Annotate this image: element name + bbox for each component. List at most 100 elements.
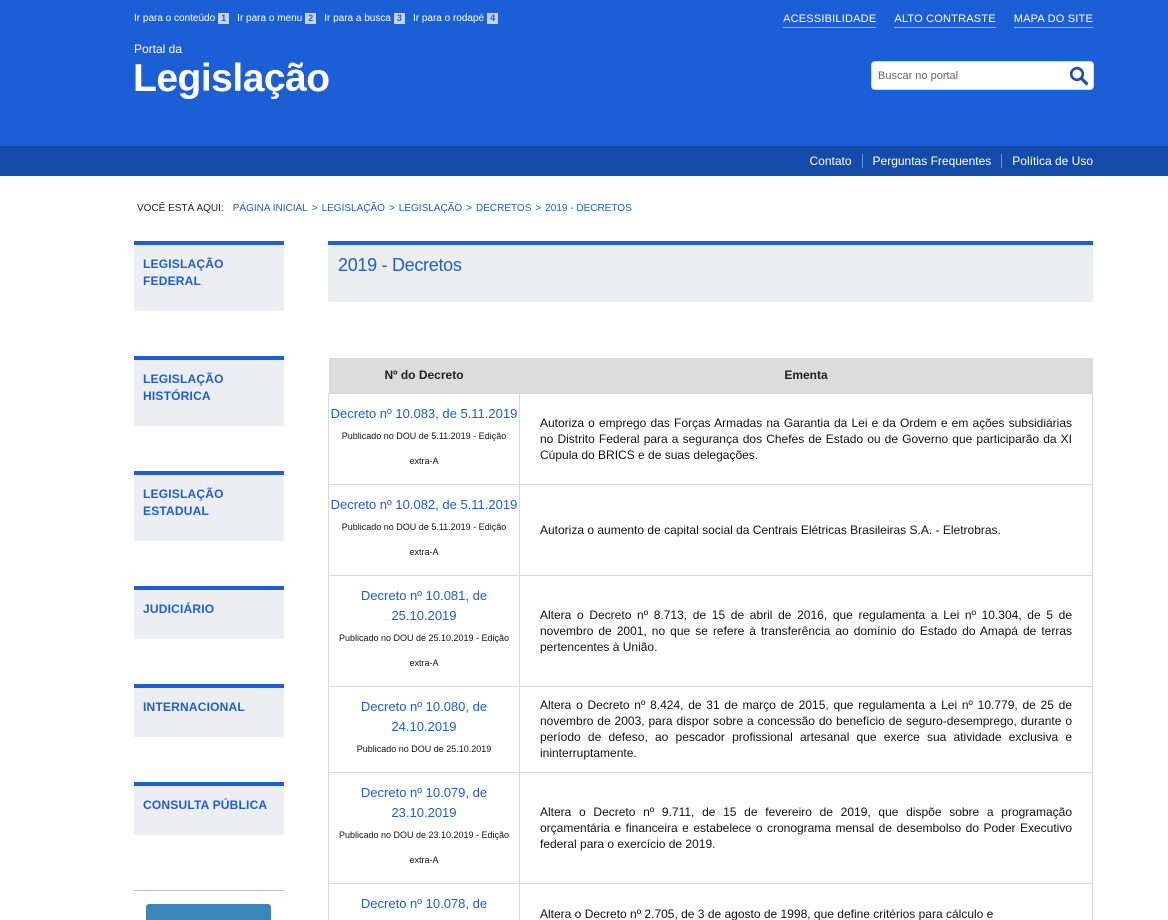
high-contrast-link[interactable]: ALTO CONTRASTE (894, 13, 996, 28)
table-header-row: Nº do Decreto Ementa (328, 358, 1093, 393)
breadcrumb-separator: > (535, 203, 542, 214)
sidebar-divider (134, 890, 284, 891)
skip-link-label: Ir para o rodapé (412, 13, 485, 24)
shortcut-key-badge: 1 (218, 13, 230, 24)
site-map-link[interactable]: MAPA DO SITE (1013, 13, 1093, 28)
ementa-cell: Autoriza o emprego das Forças Armadas na… (519, 392, 1093, 485)
skip-to-footer-link[interactable]: Ir para o rodapé 4 (412, 13, 499, 24)
sidebar-banner[interactable] (146, 904, 271, 920)
sidebar-item-judiciario: JUDICIÁRIO (134, 586, 284, 639)
publication-line: extra-A (409, 455, 439, 466)
breadcrumb-separator: > (388, 203, 395, 214)
breadcrumb-separator: > (466, 203, 472, 214)
ementa-cell: Altera o Decreto nº 8.713, de 15 de abri… (519, 574, 1093, 687)
shortcut-key-badge: 3 (393, 13, 405, 24)
skip-link-label: Ir para a busca (324, 13, 391, 24)
publication-note: Publicado no DOU de 23.10.2019 - Edição e… (330, 823, 518, 873)
publication-line: Publicado no DOU de 5.11.2019 - Edição (341, 521, 507, 532)
sidebar-item-consulta-publica: CONSULTA PÚBLICA (134, 782, 284, 835)
decree-link[interactable]: Decreto nº 10.081, de 25.10.2019 (330, 586, 518, 626)
sidebar-link-estadual[interactable]: LEGISLAÇÃO ESTADUAL (134, 475, 284, 531)
publication-note: Publicado no DOU de 5.11.2019 - Edição ex… (330, 424, 518, 474)
decree-link-line: Decreto nº 10.080, de (360, 698, 488, 714)
decree-link[interactable]: Decreto nº 10.080, de 24.10.2019 (330, 697, 518, 737)
ementa-cell: Autoriza o aumento de capital social da … (519, 483, 1093, 576)
breadcrumb-label: VOCÊ ESTÁ AQUI: (137, 203, 224, 214)
sidebar-label-line2: FEDERAL (143, 274, 202, 288)
publication-line: Publicado no DOU de 23.10.2019 - Edição (338, 829, 510, 840)
ementa-cell: Altera o Decreto nº 8.424, de 31 de març… (519, 685, 1093, 773)
page-title: 2019 - Decretos (338, 255, 462, 275)
ementa-cell: Altera o Decreto nº 9.711, de 15 de feve… (519, 771, 1093, 884)
column-header-ementa: Ementa (519, 358, 1093, 393)
skip-to-menu-link[interactable]: Ir para o menu 2 (237, 13, 317, 24)
top-links: ACESSIBILIDADE ALTO CONTRASTE MAPA DO SI… (765, 13, 1093, 28)
table-row: Decreto nº 10.082, de 5.11.2019 Publicad… (328, 483, 1093, 576)
service-links: Contato Perguntas Frequentes Política de… (800, 154, 1093, 168)
sidebar-link-consulta-publica[interactable]: CONSULTA PÚBLICA (134, 786, 284, 825)
portal-title[interactable]: Legislação (133, 57, 330, 101)
search-box (871, 61, 1094, 90)
usage-policy-link[interactable]: Política de Uso (1001, 154, 1093, 168)
decree-link[interactable]: Decreto nº 10.079, de 23.10.2019 (330, 783, 518, 823)
breadcrumb: VOCÊ ESTÁ AQUI: PÁGINA INICIAL > LEGISLA… (137, 203, 632, 214)
search-icon[interactable] (1069, 66, 1089, 86)
skip-to-search-link[interactable]: Ir para a busca 3 (324, 13, 405, 24)
table-row: Decreto nº 10.080, de 24.10.2019 Publicad… (328, 685, 1093, 773)
breadcrumb-current[interactable]: 2019 - DECRETOS (545, 203, 632, 214)
decree-link[interactable]: Decreto nº 10.078, de (330, 894, 518, 914)
decree-cell: Decreto nº 10.080, de 24.10.2019 Publicad… (328, 685, 520, 773)
breadcrumb-separator: > (311, 203, 318, 214)
sidebar-item-estadual: LEGISLAÇÃO ESTADUAL (134, 471, 284, 541)
breadcrumb-legislacao-2[interactable]: LEGISLAÇÃO (399, 203, 462, 214)
faq-link[interactable]: Perguntas Frequentes (861, 154, 1002, 168)
decrees-table: Nº do Decreto Ementa Decreto nº 10.083, … (328, 358, 1093, 920)
sidebar-label-line1: LEGISLAÇÃO (143, 372, 224, 386)
breadcrumb-home[interactable]: PÁGINA INICIAL (233, 203, 308, 214)
table-row: Decreto nº 10.081, de 25.10.2019 Publicad… (328, 574, 1093, 687)
decree-link-line: Decreto nº 10.079, de (360, 784, 488, 800)
portal-subtitle: Portal da (134, 42, 183, 56)
decree-cell: Decreto nº 10.079, de 23.10.2019 Publicad… (328, 771, 520, 884)
sidebar-item-historica: LEGISLAÇÃO HISTÓRICA (134, 356, 284, 426)
sidebar-link-federal[interactable]: LEGISLAÇÃO FEDERAL (134, 245, 284, 301)
accessibility-link[interactable]: ACESSIBILIDADE (783, 13, 877, 28)
decree-link-line: 25.10.2019 (391, 607, 457, 623)
skip-link-label: Ir para o conteúdo (134, 13, 216, 24)
table-row: Decreto nº 10.078, de Altera o Decreto n… (328, 882, 1093, 920)
decrees-table-wrap: Nº do Decreto Ementa Decreto nº 10.083, … (328, 358, 1093, 920)
decree-link[interactable]: Decreto nº 10.083, de 5.11.2019 (330, 404, 518, 424)
page-title-box: 2019 - Decretos (328, 241, 1093, 302)
contact-link[interactable]: Contato (800, 154, 862, 168)
publication-line: extra-A (409, 546, 439, 557)
sidebar-label-line2: ESTADUAL (143, 504, 210, 518)
decree-link-line: 24.10.2019 (391, 718, 457, 734)
column-header-decree-number: Nº do Decreto (328, 358, 520, 393)
skip-link-label: Ir para o menu (237, 13, 303, 24)
decree-cell: Decreto nº 10.078, de (328, 882, 520, 920)
skip-to-content-link[interactable]: Ir para o conteúdo 1 (134, 13, 230, 24)
sidebar-item-internacional: INTERNACIONAL (134, 684, 284, 737)
decree-cell: Decreto nº 10.081, de 25.10.2019 Publicad… (328, 574, 520, 687)
publication-line: Publicado no DOU de 5.11.2019 - Edição (341, 430, 507, 441)
decree-link-line: 23.10.2019 (391, 804, 457, 820)
sidebar-link-historica[interactable]: LEGISLAÇÃO HISTÓRICA (134, 360, 284, 416)
sidebar-link-judiciario[interactable]: JUDICIÁRIO (134, 590, 284, 629)
sidebar-link-internacional[interactable]: INTERNACIONAL (134, 688, 284, 727)
sidebar-label-line2: HISTÓRICA (143, 389, 211, 403)
service-bar: Contato Perguntas Frequentes Política de… (0, 146, 1168, 176)
shortcut-key-badge: 2 (305, 13, 317, 24)
decree-cell: Decreto nº 10.083, de 5.11.2019 Publicad… (328, 392, 520, 485)
publication-line: extra-A (409, 657, 439, 668)
publication-note: Publicado no DOU de 25.10.2019 (356, 743, 492, 754)
publication-line: extra-A (409, 854, 439, 865)
table-row: Decreto nº 10.083, de 5.11.2019 Publicad… (328, 392, 1093, 485)
decree-cell: Decreto nº 10.082, de 5.11.2019 Publicad… (328, 483, 520, 576)
decree-link-line: Decreto nº 10.081, de (360, 587, 488, 603)
site-header: Ir para o conteúdo 1 Ir para o menu 2 Ir p… (0, 0, 1168, 146)
breadcrumb-decretos[interactable]: DECRETOS (476, 203, 531, 214)
publication-line: Publicado no DOU de 25.10.2019 - Edição (338, 632, 510, 643)
search-input[interactable] (878, 67, 1063, 85)
breadcrumb-legislacao[interactable]: LEGISLAÇÃO (322, 203, 385, 214)
decree-link[interactable]: Decreto nº 10.082, de 5.11.2019 (330, 495, 518, 515)
